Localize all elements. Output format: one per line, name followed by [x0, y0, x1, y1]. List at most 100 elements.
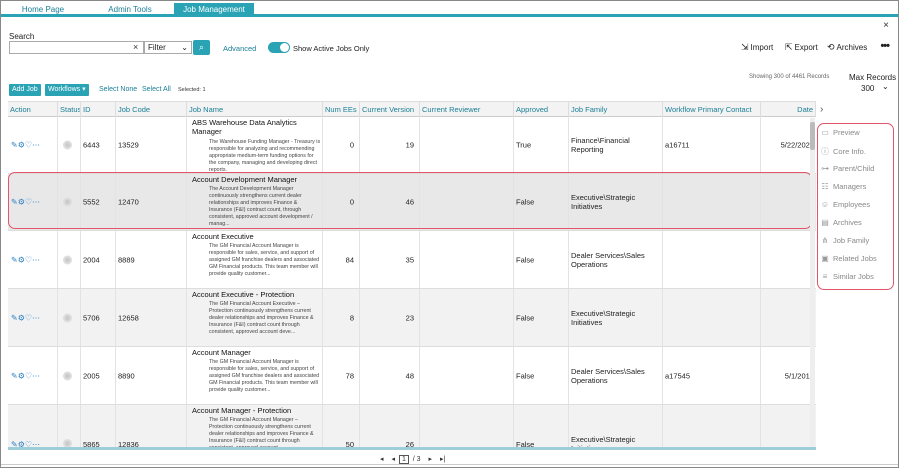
job-name-cell[interactable]: Account Executive - Protection The GM Fi…: [187, 289, 323, 346]
next-page-icon[interactable]: ▸: [429, 456, 433, 463]
panel-item-managers[interactable]: ☷ Managers: [820, 182, 866, 191]
column-header-current-version[interactable]: Current Version: [360, 102, 420, 117]
advanced-search-link[interactable]: Advanced: [223, 44, 256, 53]
id-cell: 2005: [81, 347, 116, 404]
date-cell: 5/1/2019: [784, 371, 814, 380]
table-row[interactable]: ✎⚙♡⋯ 5706 12658 Account Executive - Prot…: [8, 289, 816, 347]
archives-label: Archives: [836, 43, 868, 52]
job-name-cell[interactable]: Account Manager The GM Financial Account…: [187, 347, 323, 404]
job-title[interactable]: Account Manager - Protection: [192, 406, 322, 415]
table-row[interactable]: ✎⚙♡⋯ 2004 8889 Account Executive The GM …: [8, 231, 816, 289]
column-header-action[interactable]: Action: [8, 102, 58, 117]
add-job-button[interactable]: Add Job: [9, 84, 41, 96]
close-icon[interactable]: ×: [883, 20, 889, 31]
toggle-knob: [280, 43, 289, 52]
last-page-icon[interactable]: ▸|: [440, 456, 445, 463]
page-total: / 3: [412, 456, 421, 463]
managers-icon: ☷: [821, 182, 829, 191]
import-icon: ⇲: [741, 42, 749, 52]
column-header-current-reviewer[interactable]: Current Reviewer: [420, 102, 514, 117]
pagination: ◂ ◂ 1 / 3 ▸ ▸|: [380, 455, 445, 464]
chevron-down-icon[interactable]: ⌄: [882, 82, 889, 91]
column-header-workflow-primary-contact[interactable]: Workflow Primary Contact: [663, 102, 761, 117]
reviewer-cell: [420, 231, 514, 288]
show-active-toggle[interactable]: [268, 42, 290, 53]
select-all-link[interactable]: Select All: [142, 86, 171, 93]
column-header-approved[interactable]: Approved: [514, 102, 569, 117]
status-icon: [63, 371, 72, 380]
panel-item-core-info[interactable]: ⓘ Core Info.: [820, 146, 866, 157]
job-name-cell[interactable]: Account Executive The GM Financial Accou…: [187, 231, 323, 288]
job-title[interactable]: Account Manager: [192, 348, 322, 357]
export-label: Export: [794, 43, 818, 52]
tab-admin-tools[interactable]: Admin Tools: [94, 3, 166, 17]
job-title[interactable]: Account Executive - Protection: [192, 290, 322, 299]
panel-item-parent-child[interactable]: ⊶ Parent/Child: [820, 164, 874, 173]
tab-home-page[interactable]: Home Page: [9, 3, 77, 17]
row-action-icons[interactable]: ✎⚙♡⋯: [11, 313, 40, 322]
related-jobs-icon: ▣: [821, 254, 829, 263]
export-button[interactable]: ⇱ Export: [785, 42, 818, 53]
employees-icon: ☺: [820, 200, 830, 209]
table-row[interactable]: ✎⚙♡⋯ 2005 8890 Account Manager The GM Fi…: [8, 347, 816, 405]
tab-job-management[interactable]: Job Management: [174, 3, 254, 17]
row-action-icons[interactable]: ✎⚙♡⋯: [11, 141, 40, 150]
archive-icon: ⟲: [827, 42, 835, 52]
panel-item-archives[interactable]: ▤ Archives: [820, 218, 862, 227]
page-number-input[interactable]: 1: [398, 455, 409, 464]
reviewer-cell: [420, 289, 514, 346]
status-cell: [58, 347, 81, 404]
panel-item-employees[interactable]: ☺ Employees: [820, 200, 870, 209]
row-action-icons[interactable]: ✎⚙♡⋯: [11, 255, 40, 264]
column-header-status[interactable]: Status: [58, 102, 81, 117]
table-row[interactable]: ✎⚙♡⋯ 6443 13529 ABS Warehouse Data Analy…: [8, 117, 816, 174]
clear-search-icon[interactable]: ×: [133, 42, 138, 52]
column-header-job-family[interactable]: Job Family: [569, 102, 663, 117]
row-action-icons[interactable]: ✎⚙♡⋯: [11, 371, 40, 380]
version-cell: 23: [360, 289, 420, 346]
date-cell: [761, 231, 816, 288]
column-header-job-name[interactable]: Job Name: [187, 102, 323, 117]
top-tab-bar: Home Page Admin Tools Job Management: [1, 1, 898, 17]
horizontal-scrollbar[interactable]: [8, 447, 816, 450]
records-count: Showing 300 of 4461 Records: [749, 74, 830, 80]
status-cell: [58, 231, 81, 288]
job-family-cell: Executive\Strategic Initiatives: [569, 289, 663, 346]
preview-icon: ▭: [821, 128, 829, 137]
job-family-cell: Dealer Services\Sales Operations: [569, 347, 663, 404]
first-page-icon[interactable]: ◂: [380, 456, 384, 463]
search-button[interactable]: ⌕: [193, 40, 210, 55]
column-header-job-code[interactable]: Job Code: [116, 102, 187, 117]
prev-page-icon[interactable]: ◂: [391, 456, 395, 463]
panel-collapse-icon[interactable]: ›: [820, 104, 823, 115]
import-button[interactable]: ⇲ Import: [741, 42, 773, 53]
panel-item-preview[interactable]: ▭ Preview: [820, 128, 859, 137]
scrollbar-thumb[interactable]: [810, 122, 815, 150]
filter-select[interactable]: Filter ⌄: [144, 41, 192, 54]
panel-item-similar-jobs[interactable]: ≡ Similar Jobs: [820, 272, 874, 281]
panel-item-job-family[interactable]: ⋔ Job Family: [820, 236, 870, 245]
id-cell: 5865: [81, 405, 116, 450]
job-name-cell[interactable]: Account Manager - Protection The GM Fina…: [187, 405, 323, 450]
chevron-down-icon: ⌄: [181, 43, 188, 52]
job-name-cell[interactable]: ABS Warehouse Data Analytics Manager The…: [187, 117, 323, 173]
approved-cell: False: [514, 231, 569, 288]
vertical-scrollbar[interactable]: [810, 118, 815, 448]
search-input[interactable]: [9, 41, 144, 54]
more-options-icon[interactable]: •••: [880, 40, 890, 52]
max-records-select[interactable]: 300: [861, 84, 874, 93]
date-cell: 5/22/2023: [780, 140, 814, 150]
workflows-button[interactable]: Workflows ▾: [45, 84, 89, 96]
column-header-id[interactable]: ID: [81, 102, 116, 117]
column-header-date[interactable]: Date: [761, 102, 816, 117]
import-label: Import: [750, 43, 774, 52]
archives-button[interactable]: ⟲ Archives: [827, 42, 867, 53]
select-none-link[interactable]: Select None: [99, 86, 137, 93]
status-icon: [63, 140, 72, 150]
panel-item-related-jobs[interactable]: ▣ Related Jobs: [820, 254, 877, 263]
job-title[interactable]: ABS Warehouse Data Analytics Manager: [192, 118, 312, 136]
table-row[interactable]: ✎⚙♡⋯ 5865 12836 Account Manager - Protec…: [8, 405, 816, 450]
column-header-num-ees[interactable]: Num EEs: [323, 102, 360, 117]
id-cell: 2004: [81, 231, 116, 288]
job-title[interactable]: Account Executive: [192, 232, 322, 241]
